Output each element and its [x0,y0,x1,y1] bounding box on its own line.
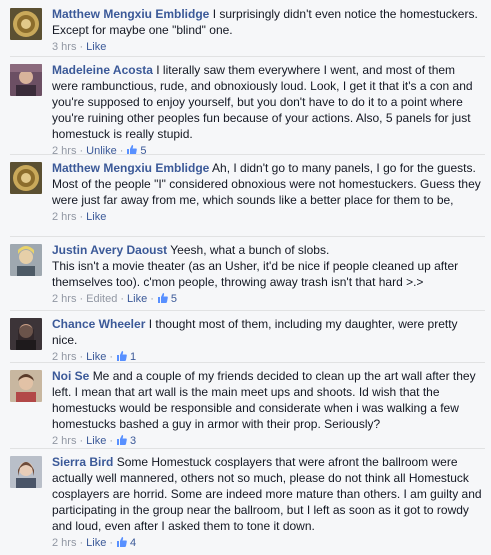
photo-avatar[interactable] [10,318,42,350]
meta-separator: · [79,293,84,305]
comment-body: Madeleine Acosta I literally saw them ev… [52,62,483,159]
photo-avatar[interactable] [10,244,42,276]
comment-timestamp[interactable]: 2 hrs [52,145,76,157]
comment-body: Noi Se Me and a couple of my friends dec… [52,368,483,449]
comment-meta: 2 hrs · Like · 3 [52,433,483,449]
meta-separator: · [79,435,84,447]
comment-body: Justin Avery Daoust Yeesh, what a bunch … [52,242,483,307]
thumbs-up-icon[interactable] [116,537,130,549]
comment-author[interactable]: Justin Avery Daoust [52,243,167,257]
comment-author[interactable]: Madeleine Acosta [52,63,153,77]
comment-timestamp[interactable]: 2 hrs [52,211,76,223]
comment-meta: 2 hrs · Unlike · 5 [52,143,483,159]
thumbs-up-icon[interactable] [157,293,171,305]
comment-text-block: Matthew Mengxiu Emblidge Ah, I didn't go… [52,160,483,208]
meta-separator: · [109,435,113,447]
photo-avatar[interactable] [10,370,42,402]
meta-separator: · [120,293,125,305]
comment-author[interactable]: Chance Wheeler [52,317,145,331]
gold-emblem-avatar[interactable] [10,162,42,194]
comment-text: Me and a couple of my friends decided to… [52,369,476,431]
comment-timestamp[interactable]: 3 hrs [52,41,76,53]
comment-body: Matthew Mengxiu Emblidge I surprisingly … [52,6,483,55]
comment-divider [10,154,485,155]
like-count[interactable]: 5 [140,145,146,157]
comment-timestamp[interactable]: 2 hrs [52,293,76,305]
comment-divider [10,362,485,363]
meta-separator: · [79,211,84,223]
comment-text-block: Matthew Mengxiu Emblidge I surprisingly … [52,6,483,38]
photo-avatar[interactable] [10,64,42,96]
comment-text-block: Noi Se Me and a couple of my friends dec… [52,368,483,432]
like-button[interactable]: Like [86,537,106,549]
gold-emblem-avatar-image [10,162,42,194]
gold-emblem-avatar[interactable] [10,8,42,40]
comment-body: Matthew Mengxiu Emblidge Ah, I didn't go… [52,160,483,225]
comment-divider [10,310,485,311]
like-button[interactable]: Like [86,41,106,53]
comment-author[interactable]: Sierra Bird [52,455,113,469]
comment-text-block: Madeleine Acosta I literally saw them ev… [52,62,483,142]
comment-author[interactable]: Matthew Mengxiu Emblidge [52,161,209,175]
like-count[interactable]: 5 [171,293,177,305]
meta-separator: · [79,41,84,53]
meta-separator: · [119,145,124,157]
meta-separator: · [150,293,154,305]
comment-meta: 2 hrs · Like [52,209,483,225]
like-button[interactable]: Unlike [86,145,117,157]
comment-body: Sierra Bird Some Homestuck cosplayers th… [52,454,483,551]
edited-label[interactable]: Edited [86,293,117,305]
like-count[interactable]: 4 [130,537,136,549]
thumbs-up-icon[interactable] [126,145,140,157]
comment-author[interactable]: Noi Se [52,369,89,383]
comment-text: Some Homestuck cosplayers that were afro… [52,455,482,533]
comment-divider [10,56,485,57]
meta-separator: · [79,145,84,157]
comment-meta: 2 hrs · Edited · Like · 5 [52,291,483,307]
comment-text-block: Sierra Bird Some Homestuck cosplayers th… [52,454,483,534]
gold-emblem-avatar-image [10,8,42,40]
comment-divider [10,236,485,237]
meta-separator: · [79,537,84,549]
like-button[interactable]: Like [86,435,106,447]
like-count[interactable]: 3 [130,435,136,447]
comment-body: Chance Wheeler I thought most of them, i… [52,316,483,365]
comment-timestamp[interactable]: 2 hrs [52,537,76,549]
comment-thread: Matthew Mengxiu Emblidge I surprisingly … [0,0,491,555]
comment-timestamp[interactable]: 2 hrs [52,435,76,447]
photo-avatar[interactable] [10,456,42,488]
comment-author[interactable]: Matthew Mengxiu Emblidge [52,7,209,21]
thumbs-up-icon[interactable] [116,435,130,447]
comment-meta: 3 hrs · Like [52,39,483,55]
comment-text-block: Justin Avery Daoust Yeesh, what a bunch … [52,242,483,290]
comment-divider [10,448,485,449]
comment-meta: 2 hrs · Like · 4 [52,535,483,551]
like-button[interactable]: Like [86,211,106,223]
comment-text-block: Chance Wheeler I thought most of them, i… [52,316,483,348]
like-button[interactable]: Like [127,293,147,305]
meta-separator: · [109,537,113,549]
